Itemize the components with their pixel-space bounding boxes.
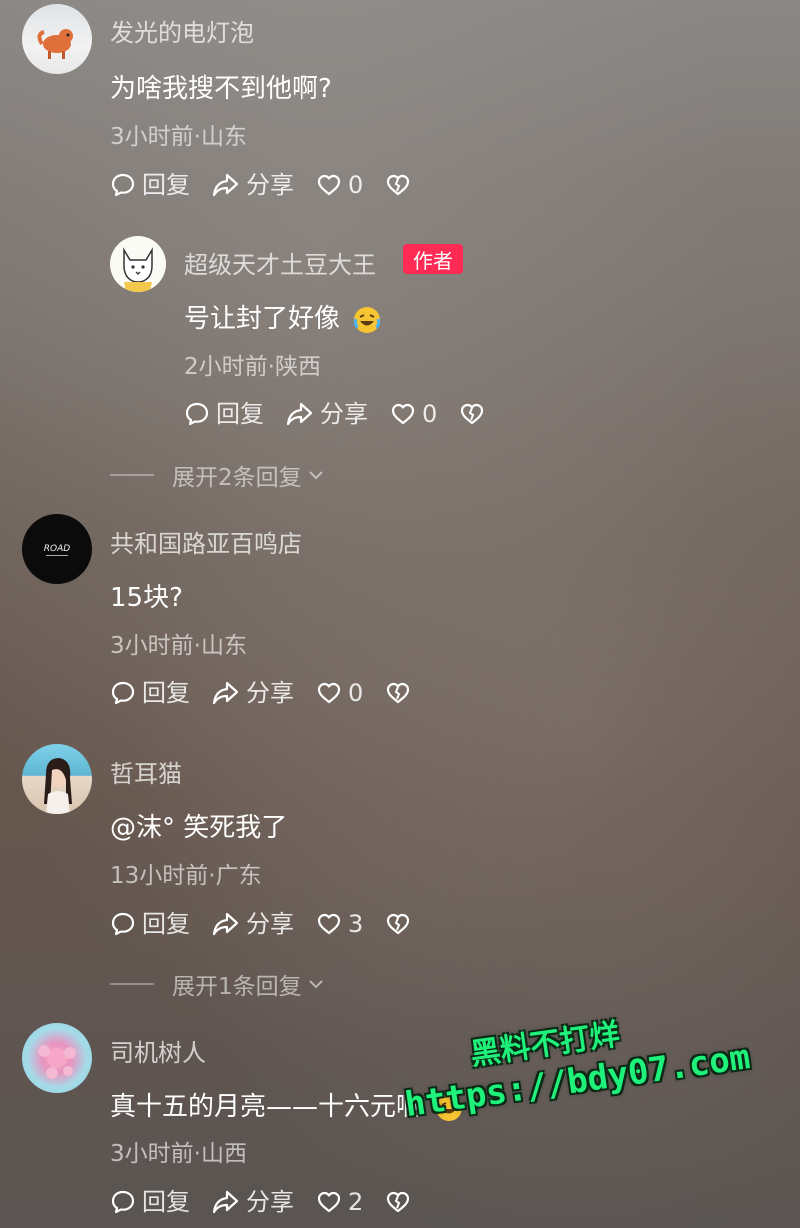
comment-text-content: 号让封了好像 [184, 304, 341, 334]
share-button[interactable]: 分享 [212, 172, 294, 198]
heart-icon [317, 1191, 341, 1213]
expand-divider [110, 983, 154, 985]
reply-icon [185, 402, 209, 426]
like-count: 2 [348, 1188, 364, 1216]
heart-icon [317, 682, 341, 704]
comment-meta: 13小时前·广东 [110, 863, 262, 889]
expand-replies-label: 展开2条回复 [172, 465, 302, 491]
like-button[interactable]: 0 [316, 173, 363, 197]
broken-heart-icon [387, 174, 410, 196]
username[interactable]: 超级天才土豆大王 [184, 245, 376, 280]
comment-meta: 3小时前·山东 [110, 124, 247, 150]
avatar[interactable] [22, 1023, 92, 1093]
author-badge: 作者 [403, 244, 463, 274]
comment-meta: 3小时前·山东 [110, 633, 247, 659]
reply-icon [111, 173, 135, 197]
username[interactable]: 发光的电灯泡 [110, 13, 254, 48]
share-icon [212, 912, 239, 936]
broken-heart-icon [387, 1191, 410, 1213]
like-count: 0 [422, 400, 438, 428]
like-count: 3 [348, 910, 364, 938]
share-label: 分享 [246, 171, 294, 199]
username[interactable]: 共和国路亚百鸣店 [110, 524, 302, 559]
comment-actions: 回复 分享 0 [110, 165, 439, 205]
comment-actions: 回复 分享 2 [110, 1182, 439, 1222]
expand-divider [110, 474, 154, 476]
broken-heart-icon [461, 403, 484, 425]
share-icon [212, 681, 239, 705]
share-button[interactable]: 分享 [286, 401, 368, 427]
share-icon [212, 173, 239, 197]
broken-heart-icon [387, 682, 410, 704]
reply-icon [111, 681, 135, 705]
reply-label: 回复 [142, 1188, 190, 1216]
reply-label: 回复 [142, 679, 190, 707]
reply-icon [111, 912, 135, 936]
share-label: 分享 [246, 679, 294, 707]
watermark: 黑料不打烊 https://bdy07.com [396, 992, 752, 1125]
chevron-down-icon [308, 471, 323, 480]
avatar[interactable] [110, 236, 166, 292]
reply-label: 回复 [142, 910, 190, 938]
comment-meta: 2小时前·陕西 [184, 354, 321, 380]
avatar[interactable] [22, 4, 92, 74]
comment-actions: 回复 分享 3 [110, 904, 439, 944]
dislike-button[interactable] [385, 1190, 417, 1214]
avatar[interactable] [22, 744, 92, 814]
share-button[interactable]: 分享 [212, 1189, 294, 1215]
reply-icon [111, 1190, 135, 1214]
like-button[interactable]: 2 [316, 1190, 363, 1214]
reply-button[interactable]: 回复 [184, 401, 264, 427]
expand-replies-button[interactable]: 展开1条回复 [110, 967, 326, 1001]
dislike-button[interactable] [459, 402, 491, 426]
dislike-button[interactable] [385, 912, 417, 936]
reply-button[interactable]: 回复 [110, 1189, 190, 1215]
like-button[interactable]: 3 [316, 912, 363, 936]
share-label: 分享 [320, 400, 368, 428]
heart-icon [391, 403, 415, 425]
username[interactable]: 司机树人 [110, 1033, 206, 1068]
heart-icon [317, 174, 341, 196]
heart-icon [317, 913, 341, 935]
dislike-button[interactable] [385, 173, 417, 197]
laughing-crying-emoji-icon [354, 306, 381, 333]
comment-text: 号让封了好像 [184, 298, 382, 335]
share-button[interactable]: 分享 [212, 680, 294, 706]
broken-heart-icon [387, 913, 410, 935]
comment-actions: 回复 分享 0 [184, 394, 513, 434]
comment-meta: 3小时前·山西 [110, 1141, 247, 1167]
reply-label: 回复 [216, 400, 264, 428]
share-icon [286, 402, 313, 426]
reply-label: 回复 [142, 171, 190, 199]
like-button[interactable]: 0 [316, 681, 363, 705]
share-icon [212, 1190, 239, 1214]
like-button[interactable]: 0 [390, 402, 437, 426]
expand-replies-button[interactable]: 展开2条回复 [110, 458, 326, 492]
dislike-button[interactable] [385, 681, 417, 705]
reply-button[interactable]: 回复 [110, 911, 190, 937]
comment-actions: 回复 分享 0 [110, 673, 439, 713]
expand-replies-label: 展开1条回复 [172, 974, 302, 1000]
comment-text: 为啥我搜不到他啊? [110, 74, 332, 104]
chevron-down-icon [308, 980, 323, 989]
comment-text-content: 真十五的月亮——十六元啊 [110, 1092, 423, 1122]
like-count: 0 [348, 679, 364, 707]
comment-text: 15块? [110, 583, 183, 613]
comment-text: @沫° 笑死我了 [110, 813, 288, 843]
avatar[interactable]: ROAD [22, 514, 92, 584]
reply-button[interactable]: 回复 [110, 680, 190, 706]
like-count: 0 [348, 171, 364, 199]
share-label: 分享 [246, 910, 294, 938]
svg-text:ROAD: ROAD [44, 544, 70, 554]
share-label: 分享 [246, 1188, 294, 1216]
reply-button[interactable]: 回复 [110, 172, 190, 198]
share-button[interactable]: 分享 [212, 911, 294, 937]
username[interactable]: 哲耳猫 [110, 754, 182, 789]
